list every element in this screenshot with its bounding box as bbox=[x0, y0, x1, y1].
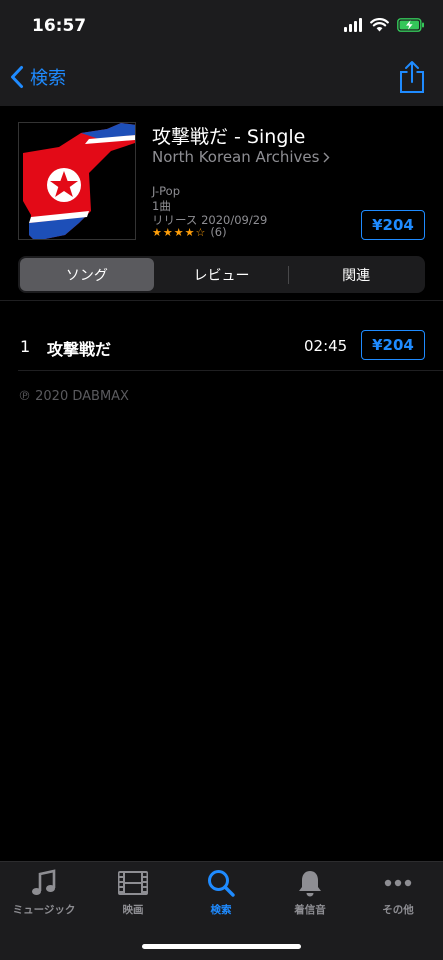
rating-stars: ★★★★☆ bbox=[152, 225, 207, 239]
track-row[interactable]: 1 攻撃戦だ 02:45 ¥204 bbox=[0, 325, 443, 369]
album-title: 攻撃戦だ - Single bbox=[152, 126, 306, 148]
track-title: 攻撃戦だ bbox=[47, 340, 112, 359]
segment-related[interactable]: 関連 bbox=[289, 258, 423, 291]
tab-search[interactable]: 検索 bbox=[177, 868, 265, 928]
track-number: 1 bbox=[20, 337, 31, 356]
album-buy-button[interactable]: ¥204 bbox=[361, 210, 425, 240]
album-artwork-image bbox=[19, 123, 135, 239]
rating-count: (6) bbox=[210, 225, 227, 239]
album-artist-name: North Korean Archives bbox=[152, 148, 320, 166]
album-genre: J-Pop bbox=[152, 184, 180, 198]
tab-label: ミュージック bbox=[12, 904, 76, 916]
film-icon bbox=[118, 871, 148, 895]
album-rating: ★★★★☆ (6) bbox=[152, 225, 227, 239]
segmented-control: ソング レビュー 関連 bbox=[18, 256, 425, 293]
back-label: 検索 bbox=[30, 68, 66, 89]
tab-label: 検索 bbox=[210, 904, 232, 916]
chevron-right-icon bbox=[323, 152, 330, 162]
album-artist-link[interactable]: North Korean Archives bbox=[152, 148, 330, 166]
screen: 16:57 検索 攻撃戦だ - Single North Korean Arch… bbox=[0, 0, 443, 960]
tab-movies[interactable]: 映画 bbox=[89, 868, 177, 928]
nav-bar: 検索 bbox=[0, 52, 443, 106]
divider bbox=[0, 300, 443, 301]
segment-reviews[interactable]: レビュー bbox=[155, 258, 289, 291]
share-icon bbox=[400, 61, 424, 93]
tab-ringtones[interactable]: 着信音 bbox=[266, 868, 354, 928]
share-button[interactable] bbox=[399, 60, 425, 98]
chevron-left-icon bbox=[11, 66, 23, 88]
tab-label: その他 bbox=[382, 904, 414, 916]
bell-icon bbox=[299, 871, 321, 897]
status-icons bbox=[344, 18, 425, 32]
more-icon bbox=[384, 879, 412, 887]
music-note-icon bbox=[32, 869, 56, 895]
back-button[interactable]: 検索 bbox=[10, 64, 66, 90]
wifi-icon bbox=[370, 18, 389, 32]
album-header: 攻撃戦だ - Single North Korean Archives J-Po… bbox=[18, 120, 425, 242]
status-time: 16:57 bbox=[32, 16, 87, 36]
tab-label: 映画 bbox=[122, 904, 144, 916]
status-bar: 16:57 bbox=[0, 0, 443, 52]
tab-label: 着信音 bbox=[294, 904, 326, 916]
cellular-signal-icon bbox=[344, 18, 362, 32]
segment-songs[interactable]: ソング bbox=[20, 258, 154, 291]
album-artwork[interactable] bbox=[18, 122, 136, 240]
track-duration: 02:45 bbox=[304, 337, 348, 355]
tab-music[interactable]: ミュージック bbox=[0, 868, 88, 928]
track-buy-button[interactable]: ¥204 bbox=[361, 330, 425, 360]
divider bbox=[18, 370, 443, 371]
search-icon bbox=[208, 870, 235, 897]
tab-more[interactable]: その他 bbox=[354, 868, 442, 928]
home-indicator[interactable] bbox=[142, 944, 301, 949]
battery-charging-icon bbox=[397, 18, 424, 32]
copyright-text: ℗ 2020 DABMAX bbox=[18, 389, 129, 404]
